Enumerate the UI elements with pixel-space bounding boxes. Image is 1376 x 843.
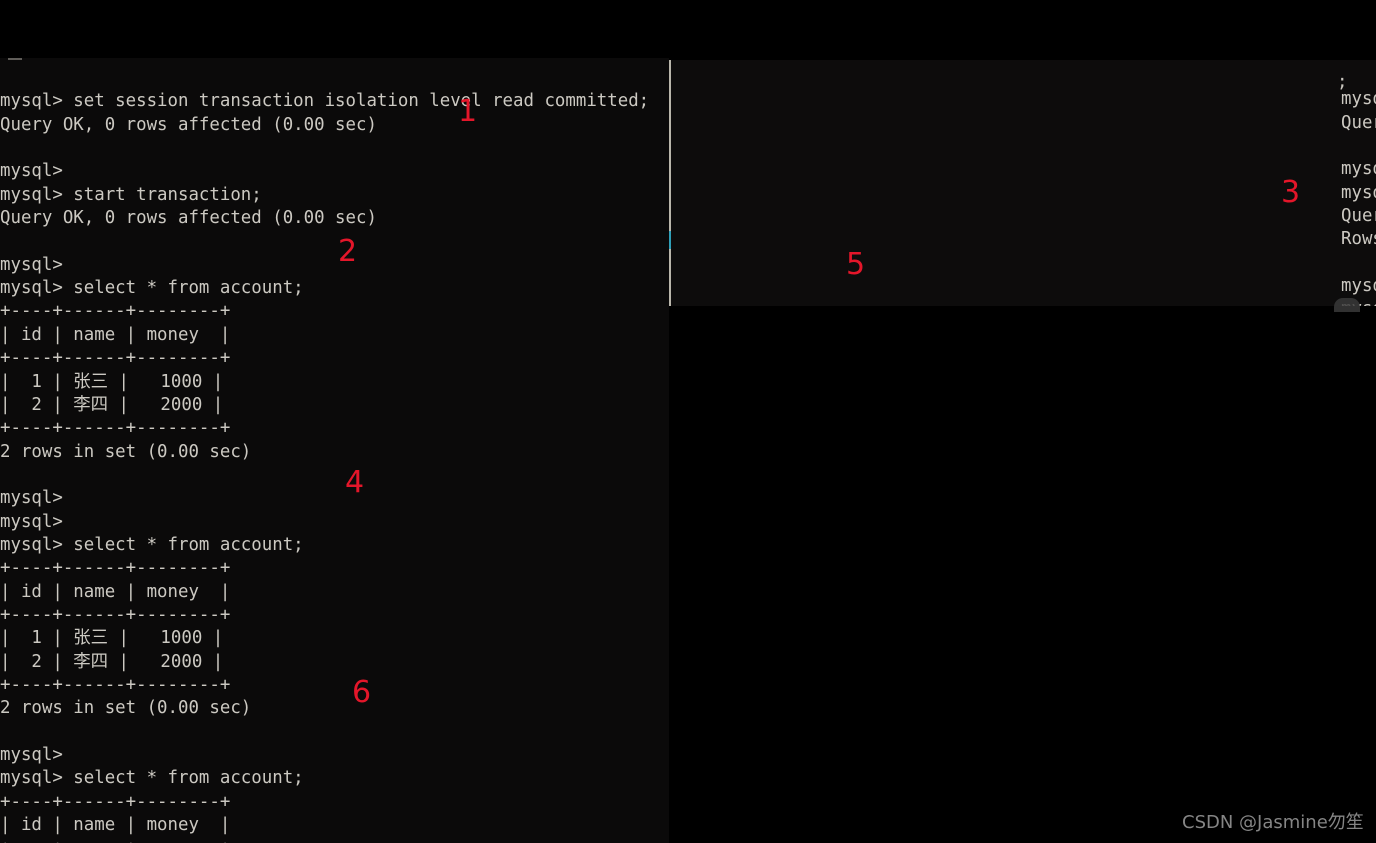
terminal-output-right: mysql> start transaction; Query OK, 0 ro… <box>1341 89 1376 306</box>
annotation-step-4: 4 <box>345 465 365 500</box>
csdn-watermark: CSDN @Jasmine勿笙 <box>1182 812 1364 833</box>
terminal-output-left: mysql> set session transaction isolation… <box>0 91 650 843</box>
annotation-step-1: 1 <box>458 94 478 129</box>
screenshot-root: mysql> set session transaction isolation… <box>0 0 1376 843</box>
annotation-step-2: 2 <box>338 234 358 269</box>
terminal-pane-right[interactable]: mysql> start transaction; Query OK, 0 ro… <box>669 60 1376 306</box>
terminal-pane-left[interactable]: mysql> set session transaction isolation… <box>0 60 669 843</box>
annotation-step-5: 5 <box>846 247 866 282</box>
annotation-step-6: 6 <box>352 675 372 710</box>
scrollbar-nub[interactable] <box>1334 298 1360 312</box>
right-pane-left-border <box>669 60 671 306</box>
right-pane-cursor-accent <box>669 231 671 249</box>
stray-semicolon-glyph: ; <box>1337 72 1348 92</box>
annotation-step-3: 3 <box>1281 175 1301 210</box>
